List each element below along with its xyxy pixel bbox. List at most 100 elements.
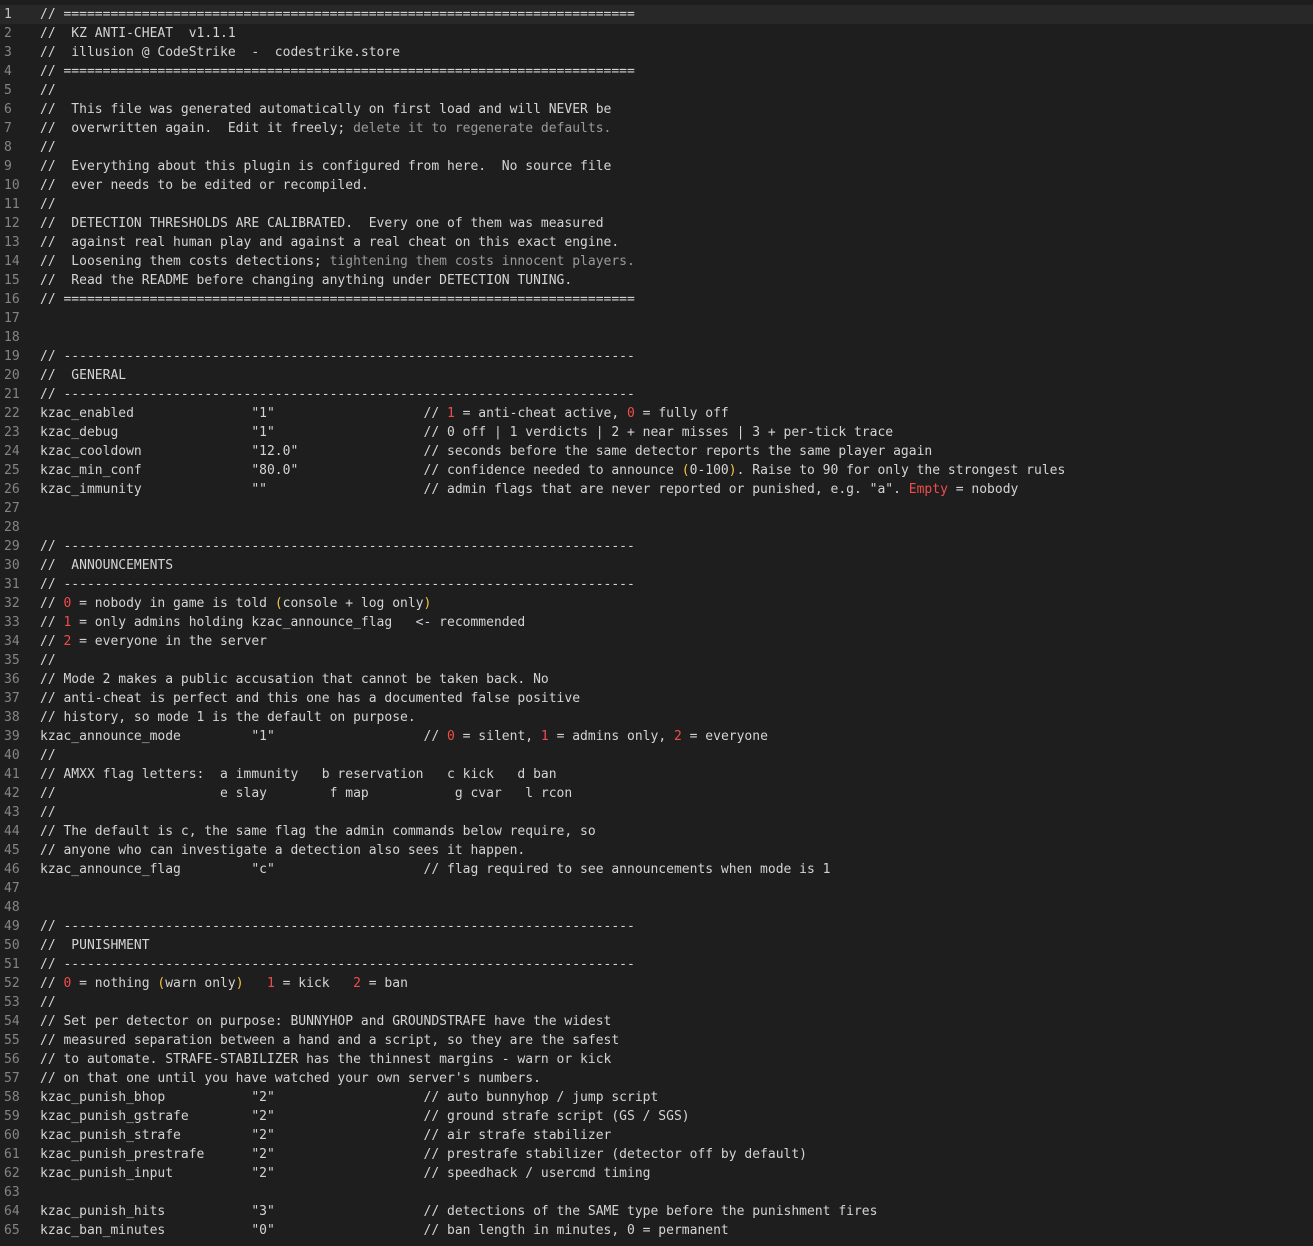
line-number: 16 bbox=[4, 292, 20, 307]
line-number: 65 bbox=[4, 1223, 20, 1238]
code-line[interactable]: 45 // anyone who can investigate a detect… bbox=[0, 841, 1313, 860]
code-line[interactable]: 53 // bbox=[0, 993, 1313, 1012]
code-line[interactable]: 65 kzac_ban_minutes "0" // ban length in … bbox=[0, 1221, 1313, 1240]
code-line[interactable]: 2 // KZ ANTI-CHEAT v1.1.1 bbox=[0, 24, 1313, 43]
code-line[interactable]: 17 bbox=[0, 309, 1313, 328]
code-line[interactable]: 24 kzac_cooldown "12.0" // seconds before… bbox=[0, 442, 1313, 461]
code-text: kzac_announce_mode "1" // 0 = silent, 1 … bbox=[36, 727, 1313, 746]
code-token: // KZ ANTI-CHEAT v1.1.1 bbox=[40, 26, 236, 41]
code-line[interactable]: 15 // Read the README before changing any… bbox=[0, 271, 1313, 290]
code-line[interactable]: 10 // ever needs to be edited or recompil… bbox=[0, 176, 1313, 195]
code-line[interactable]: 43 // bbox=[0, 803, 1313, 822]
code-token: // anyone who can investigate a detectio… bbox=[40, 843, 526, 858]
code-token: 0-100 bbox=[689, 463, 729, 478]
code-text: // bbox=[36, 195, 1313, 214]
code-line[interactable]: 3 // illusion @ CodeStrike - codestrike.s… bbox=[0, 43, 1313, 62]
code-text: // =====================================… bbox=[36, 290, 1313, 309]
code-line[interactable]: 29 // -----------------------------------… bbox=[0, 537, 1313, 556]
code-line[interactable]: 42 // e slay f map g cvar l rcon bbox=[0, 784, 1313, 803]
code-line[interactable]: 57 // on that one until you have watched … bbox=[0, 1069, 1313, 1088]
code-line[interactable]: 27 bbox=[0, 499, 1313, 518]
code-line[interactable]: 35 // bbox=[0, 651, 1313, 670]
line-number: 58 bbox=[4, 1090, 20, 1105]
code-line[interactable]: 1 // ====================================… bbox=[0, 5, 1313, 24]
code-line[interactable]: 49 // -----------------------------------… bbox=[0, 917, 1313, 936]
code-line[interactable]: 41 // AMXX flag letters: a immunity b res… bbox=[0, 765, 1313, 784]
code-line[interactable]: 25 kzac_min_conf "80.0" // confidence nee… bbox=[0, 461, 1313, 480]
code-line[interactable]: 47 bbox=[0, 879, 1313, 898]
code-line[interactable]: 63 bbox=[0, 1183, 1313, 1202]
code-line[interactable]: 61 kzac_punish_prestrafe "2" // prestrafe… bbox=[0, 1145, 1313, 1164]
line-number: 60 bbox=[4, 1128, 20, 1143]
line-number: 37 bbox=[4, 691, 20, 706]
code-token: warn only bbox=[165, 976, 236, 991]
code-line[interactable]: 21 // -----------------------------------… bbox=[0, 385, 1313, 404]
line-number: 8 bbox=[4, 140, 12, 155]
line-number: 25 bbox=[4, 463, 20, 478]
code-line[interactable]: 18 bbox=[0, 328, 1313, 347]
code-line[interactable]: 58 kzac_punish_bhop "2" // auto bunnyhop … bbox=[0, 1088, 1313, 1107]
code-text: // against real human play and against a… bbox=[36, 233, 1313, 252]
code-line[interactable]: 60 kzac_punish_strafe "2" // air strafe s… bbox=[0, 1126, 1313, 1145]
code-line[interactable]: 46 kzac_announce_flag "c" // flag require… bbox=[0, 860, 1313, 879]
code-line[interactable]: 9 // Everything about this plugin is conf… bbox=[0, 157, 1313, 176]
code-token: delete it to regenerate defaults. bbox=[345, 121, 612, 136]
code-line[interactable]: 52 // 0 = nothing (warn only) 1 = kick 2 … bbox=[0, 974, 1313, 993]
code-line[interactable]: 62 kzac_punish_input "2" // speedhack / u… bbox=[0, 1164, 1313, 1183]
code-line[interactable]: 28 bbox=[0, 518, 1313, 537]
line-number: 10 bbox=[4, 178, 20, 193]
line-number: 19 bbox=[4, 349, 20, 364]
code-token: // bbox=[40, 805, 56, 820]
code-line[interactable]: 50 // PUNISHMENT bbox=[0, 936, 1313, 955]
code-line[interactable]: 48 bbox=[0, 898, 1313, 917]
code-line[interactable]: 56 // to automate. STRAFE-STABILIZER has … bbox=[0, 1050, 1313, 1069]
code-line[interactable]: 44 // The default is c, the same flag the… bbox=[0, 822, 1313, 841]
code-line[interactable]: 32 // 0 = nobody in game is told (console… bbox=[0, 594, 1313, 613]
code-line[interactable]: 51 // -----------------------------------… bbox=[0, 955, 1313, 974]
code-line[interactable]: 39 kzac_announce_mode "1" // 0 = silent, … bbox=[0, 727, 1313, 746]
code-line[interactable]: 19 // -----------------------------------… bbox=[0, 347, 1313, 366]
code-line[interactable]: 11 // bbox=[0, 195, 1313, 214]
code-line[interactable]: 38 // history, so mode 1 is the default o… bbox=[0, 708, 1313, 727]
code-line[interactable]: 37 // anti-cheat is perfect and this one … bbox=[0, 689, 1313, 708]
code-line[interactable]: 4 // ====================================… bbox=[0, 62, 1313, 81]
code-token: kzac_cooldown "12.0" // seconds before t… bbox=[40, 444, 933, 459]
code-token: = admins only, bbox=[548, 729, 674, 744]
code-line[interactable]: 12 // DETECTION THRESHOLDS ARE CALIBRATED… bbox=[0, 214, 1313, 233]
code-line[interactable]: 6 // This file was generated automaticall… bbox=[0, 100, 1313, 119]
code-text: // Loosening them costs detections; tigh… bbox=[36, 252, 1313, 271]
code-line[interactable]: 23 kzac_debug "1" // 0 off | 1 verdicts |… bbox=[0, 423, 1313, 442]
code-text: // The default is c, the same flag the a… bbox=[36, 822, 1313, 841]
code-line[interactable]: 20 // GENERAL bbox=[0, 366, 1313, 385]
code-line[interactable]: 64 kzac_punish_hits "3" // detections of … bbox=[0, 1202, 1313, 1221]
code-line[interactable]: 31 // -----------------------------------… bbox=[0, 575, 1313, 594]
code-line[interactable]: 16 // ===================================… bbox=[0, 290, 1313, 309]
code-line[interactable]: 55 // measured separation between a hand … bbox=[0, 1031, 1313, 1050]
code-line[interactable]: 8 // bbox=[0, 138, 1313, 157]
code-line[interactable]: 7 // overwritten again. Edit it freely; d… bbox=[0, 119, 1313, 138]
code-token: // This file was generated automatically… bbox=[40, 102, 612, 117]
line-number: 29 bbox=[4, 539, 20, 554]
code-line[interactable]: 36 // Mode 2 makes a public accusation th… bbox=[0, 670, 1313, 689]
code-line[interactable]: 59 kzac_punish_gstrafe "2" // ground stra… bbox=[0, 1107, 1313, 1126]
code-line[interactable]: 54 // Set per detector on purpose: BUNNYH… bbox=[0, 1012, 1313, 1031]
line-number: 13 bbox=[4, 235, 20, 250]
code-line[interactable]: 34 // 2 = everyone in the server bbox=[0, 632, 1313, 651]
line-number: 33 bbox=[4, 615, 20, 630]
code-token: = fully off bbox=[634, 406, 729, 421]
code-line[interactable]: 26 kzac_immunity "" // admin flags that a… bbox=[0, 480, 1313, 499]
code-line[interactable]: 33 // 1 = only admins holding kzac_announ… bbox=[0, 613, 1313, 632]
code-token: 0 bbox=[447, 729, 455, 744]
code-line[interactable]: 5 // bbox=[0, 81, 1313, 100]
code-line[interactable]: 13 // against real human play and against… bbox=[0, 233, 1313, 252]
line-number: 46 bbox=[4, 862, 20, 877]
code-token: // bbox=[40, 995, 56, 1010]
code-line[interactable]: 30 // ANNOUNCEMENTS bbox=[0, 556, 1313, 575]
code-line[interactable]: 22 kzac_enabled "1" // 1 = anti-cheat act… bbox=[0, 404, 1313, 423]
code-line[interactable]: 40 // bbox=[0, 746, 1313, 765]
code-editor[interactable]: 1 // ====================================… bbox=[0, 5, 1313, 1240]
code-line[interactable]: 14 // Loosening them costs detections; ti… bbox=[0, 252, 1313, 271]
line-number: 49 bbox=[4, 919, 20, 934]
